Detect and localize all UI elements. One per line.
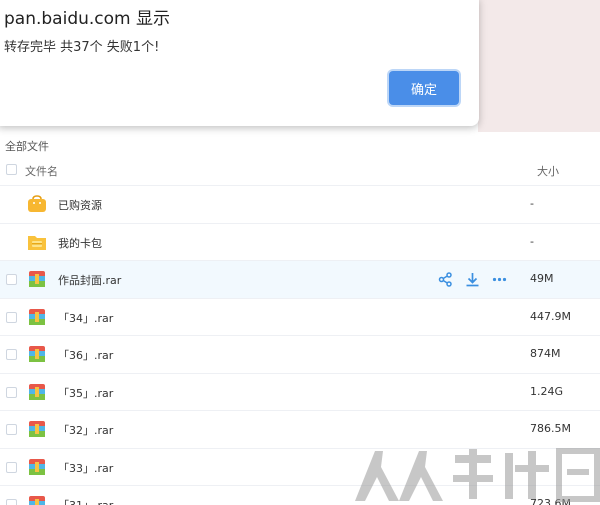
file-size: 49M	[530, 272, 554, 285]
ok-button[interactable]: 确定	[389, 71, 459, 105]
file-name[interactable]: 「35」.rar	[58, 385, 113, 401]
file-name[interactable]: 「31」.rar	[58, 497, 113, 505]
file-row-card[interactable]: 我的卡包 -	[0, 224, 600, 261]
file-size: 786.5M	[530, 422, 571, 435]
column-header-size[interactable]: 大小	[537, 163, 559, 179]
dialog-title: pan.baidu.com 显示	[4, 9, 170, 29]
column-header-name[interactable]: 文件名	[25, 163, 58, 179]
card-folder-icon	[27, 233, 47, 251]
rar-archive-icon	[27, 383, 47, 401]
share-icon[interactable]	[438, 272, 453, 287]
file-name[interactable]: 「32」.rar	[58, 422, 113, 438]
rar-archive-icon	[27, 458, 47, 476]
row-checkbox[interactable]	[6, 386, 17, 398]
page-background-strip	[478, 0, 600, 132]
file-name[interactable]: 「33」.rar	[58, 460, 113, 476]
rar-archive-icon	[27, 308, 47, 326]
dialog-message: 转存完毕 共37个 失败1个!	[4, 40, 160, 55]
file-row[interactable]: 「34」.rar 447.9M	[0, 299, 600, 336]
file-name[interactable]: 「36」.rar	[58, 347, 113, 363]
file-size: 447.9M	[530, 309, 571, 323]
file-row-purchased[interactable]: 已购资源 -	[0, 186, 600, 224]
row-checkbox[interactable]	[6, 461, 17, 473]
file-size: 1.24G	[530, 384, 564, 398]
download-icon[interactable]	[465, 272, 480, 287]
file-row-highlighted[interactable]: 作品封面.rar 49M	[0, 261, 600, 299]
row-checkbox[interactable]	[6, 499, 17, 505]
rar-archive-icon	[27, 345, 47, 363]
select-all-checkbox[interactable]	[6, 164, 17, 175]
rar-archive-icon	[27, 270, 47, 288]
file-size: -	[530, 197, 534, 210]
rar-archive-icon	[27, 420, 47, 438]
rar-archive-icon	[27, 495, 47, 505]
more-icon[interactable]	[492, 272, 507, 287]
file-name[interactable]: 作品封面.rar	[58, 272, 121, 288]
file-size: 874M	[530, 347, 561, 360]
file-name[interactable]: 「34」.rar	[58, 310, 113, 326]
row-checkbox[interactable]	[6, 424, 17, 435]
row-checkbox[interactable]	[6, 349, 17, 360]
file-row[interactable]: 「36」.rar 874M	[0, 336, 600, 374]
alert-dialog: pan.baidu.com 显示 转存完毕 共37个 失败1个! 确定	[0, 0, 479, 126]
file-name[interactable]: 我的卡包	[58, 235, 102, 251]
row-checkbox[interactable]	[6, 274, 17, 285]
file-name[interactable]: 已购资源	[58, 197, 102, 213]
watermark-logo	[355, 447, 600, 505]
file-list-header: 文件名 大小	[0, 152, 600, 186]
file-size: -	[530, 234, 534, 248]
purchased-folder-icon	[27, 195, 47, 213]
row-checkbox[interactable]	[6, 311, 17, 323]
file-row[interactable]: 「35」.rar 1.24G	[0, 374, 600, 411]
file-row[interactable]: 「32」.rar 786.5M	[0, 411, 600, 449]
row-actions	[438, 272, 507, 287]
